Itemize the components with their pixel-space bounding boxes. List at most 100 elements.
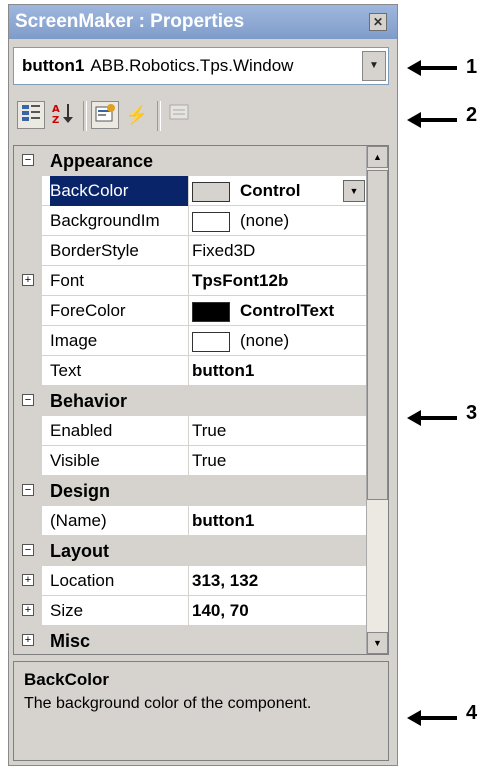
property-value[interactable]: Fixed3D [192, 236, 367, 266]
callout-arrow-2 [407, 112, 457, 128]
property-value-text: Fixed3D [192, 241, 256, 260]
property-value[interactable]: True [192, 446, 367, 476]
categorized-icon[interactable] [17, 101, 45, 129]
description-title: BackColor [24, 670, 110, 689]
row-gutter [14, 416, 42, 446]
window-title: ScreenMaker : Properties [15, 11, 245, 32]
property-value[interactable]: ControlText [192, 296, 367, 326]
category-label: Misc [50, 631, 91, 651]
property-value-text: Control [240, 181, 301, 200]
row-gutter [14, 236, 42, 266]
property-name[interactable]: Location [50, 566, 189, 596]
property-row[interactable]: ForeColor ControlText [14, 296, 367, 326]
property-value-text: button1 [192, 511, 255, 530]
property-row[interactable]: Image (none) [14, 326, 367, 356]
svg-text:Z: Z [52, 115, 59, 125]
property-pages-icon[interactable] [165, 101, 193, 129]
vertical-scrollbar[interactable]: ▲ ▼ [366, 146, 388, 654]
row-gutter [14, 506, 42, 536]
property-name[interactable]: Text [50, 356, 189, 386]
property-name[interactable]: Size [50, 596, 189, 626]
property-value-text: (none) [240, 211, 290, 230]
row-gutter [14, 356, 42, 386]
collapse-icon[interactable]: − [22, 154, 34, 166]
property-row[interactable]: Text button1 [14, 356, 367, 386]
row-gutter: + [14, 266, 42, 296]
row-gutter: + [14, 596, 42, 626]
property-grid[interactable]: − Appearance BackColor Control ▼ BackgroundIm… [13, 145, 389, 655]
property-row[interactable]: + Size 140, 70 [14, 596, 367, 626]
collapse-icon[interactable]: − [22, 544, 34, 556]
category-label: Layout [50, 541, 110, 561]
property-name[interactable]: Visible [50, 446, 189, 476]
chevron-down-icon[interactable]: ▼ [362, 51, 386, 81]
property-name[interactable]: Font [50, 266, 189, 296]
close-icon[interactable]: ✕ [369, 13, 387, 31]
property-value[interactable]: Control ▼ [192, 176, 367, 206]
property-name[interactable]: BackgroundIm [50, 206, 189, 236]
property-value[interactable]: (none) [192, 326, 367, 356]
property-name[interactable]: (Name) [50, 506, 189, 536]
toolbar-separator [157, 101, 161, 131]
scroll-up-icon[interactable]: ▲ [367, 146, 388, 168]
color-swatch [192, 181, 230, 202]
callout-number-1: 1 [466, 56, 478, 78]
callout-number-4: 4 [466, 702, 478, 724]
svg-text:A: A [52, 104, 60, 115]
row-gutter [14, 176, 42, 206]
property-value[interactable]: 140, 70 [192, 596, 367, 626]
expand-icon[interactable]: + [22, 604, 34, 616]
property-value[interactable]: 313, 132 [192, 566, 367, 596]
property-row[interactable]: Enabled True [14, 416, 367, 446]
category-row[interactable]: − Behavior [14, 386, 367, 416]
callout-number-3: 3 [466, 402, 478, 424]
category-row[interactable]: − Design [14, 476, 367, 506]
property-row[interactable]: BackgroundIm (none) [14, 206, 367, 236]
collapse-icon[interactable]: − [22, 484, 34, 496]
property-value-text: TpsFont12b [192, 271, 289, 290]
object-selector[interactable]: button1 ABB.Robotics.Tps.Window ▼ [13, 47, 389, 85]
expand-icon[interactable]: + [22, 574, 34, 586]
callout-arrow-4 [407, 710, 457, 726]
chevron-down-icon[interactable]: ▼ [343, 180, 365, 202]
properties-toolbar: AZ ⚡ [13, 95, 389, 137]
property-row[interactable]: BorderStyle Fixed3D [14, 236, 367, 266]
properties-icon[interactable] [91, 101, 119, 129]
property-value-text: ControlText [240, 301, 335, 320]
scroll-thumb[interactable] [367, 170, 388, 500]
expand-icon[interactable]: + [22, 634, 34, 646]
row-gutter: + [14, 566, 42, 596]
property-name[interactable]: Image [50, 326, 189, 356]
callout-arrow-3 [407, 410, 457, 426]
expand-icon[interactable]: + [22, 274, 34, 286]
property-value[interactable]: (none) [192, 206, 367, 236]
property-name[interactable]: BorderStyle [50, 236, 189, 266]
property-value[interactable]: TpsFont12b [192, 266, 367, 296]
property-name[interactable]: BackColor [50, 176, 189, 206]
toolbar-separator [83, 101, 87, 131]
row-gutter [14, 446, 42, 476]
property-value-text: True [192, 451, 227, 470]
property-value[interactable]: button1 [192, 506, 367, 536]
property-name[interactable]: ForeColor [50, 296, 189, 326]
category-row[interactable]: − Layout [14, 536, 367, 566]
alphabetical-icon[interactable]: AZ [49, 101, 77, 129]
scroll-down-icon[interactable]: ▼ [367, 632, 388, 654]
property-value[interactable]: button1 [192, 356, 367, 386]
property-value-text: (none) [240, 331, 290, 350]
description-pane: BackColor The background color of the co… [13, 661, 389, 761]
property-row[interactable]: + Font TpsFont12b [14, 266, 367, 296]
row-gutter [14, 296, 42, 326]
property-row[interactable]: (Name) button1 [14, 506, 367, 536]
property-row[interactable]: + Location 313, 132 [14, 566, 367, 596]
window-titlebar[interactable]: ScreenMaker : Properties ✕ [9, 5, 397, 39]
property-row[interactable]: Visible True [14, 446, 367, 476]
property-row[interactable]: BackColor Control ▼ [14, 176, 367, 206]
category-row[interactable]: + Misc [14, 626, 367, 654]
category-row[interactable]: − Appearance [14, 146, 367, 176]
property-value[interactable]: True [192, 416, 367, 446]
property-value-text: True [192, 421, 227, 440]
collapse-icon[interactable]: − [22, 394, 34, 406]
property-name[interactable]: Enabled [50, 416, 189, 446]
events-icon[interactable]: ⚡ [123, 101, 151, 129]
